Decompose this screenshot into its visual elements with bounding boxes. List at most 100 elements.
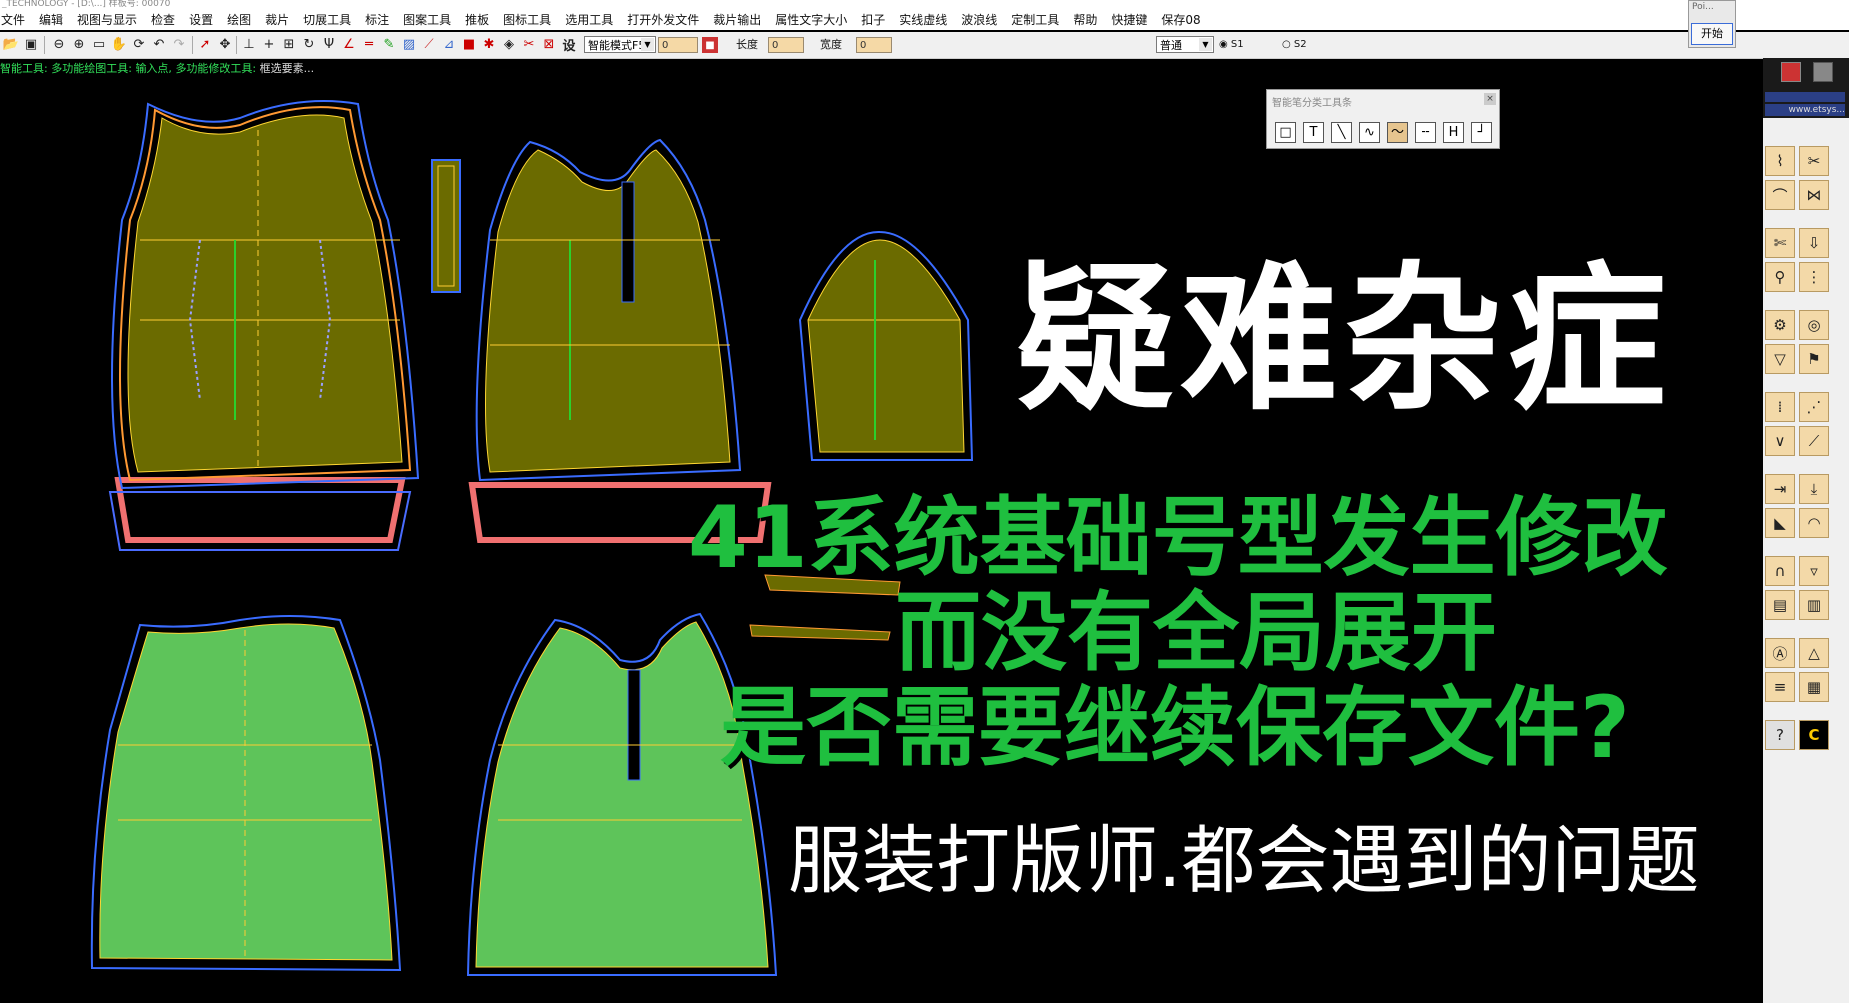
grid-icon[interactable]: ⊞ xyxy=(280,35,298,53)
download-icon[interactable]: ⤓ xyxy=(1799,474,1829,504)
ruler-icon[interactable]: ⊿ xyxy=(440,35,458,53)
menu-item[interactable]: 保存08 xyxy=(1161,11,1200,28)
corner-tool-icon[interactable]: ┘ xyxy=(1471,122,1492,143)
rectangle-tool-icon[interactable]: □ xyxy=(1275,122,1296,143)
menu-item[interactable]: 定制工具 xyxy=(1011,11,1059,28)
dash-line-icon[interactable]: ╌ xyxy=(1415,122,1436,143)
open-file-icon[interactable]: 📂 xyxy=(2,35,20,53)
menu-item[interactable]: 选用工具 xyxy=(565,11,613,28)
pattern-piece-front-top[interactable] xyxy=(468,138,772,543)
text-tool-icon[interactable]: T xyxy=(1303,122,1324,143)
knife-icon[interactable]: ⟋ xyxy=(1799,426,1829,456)
fork-icon[interactable]: Ψ xyxy=(320,35,338,53)
pattern-piece-sleeve[interactable] xyxy=(798,230,974,461)
menu-item[interactable]: 快捷键 xyxy=(1111,11,1147,28)
zoom-in-icon[interactable]: ⊕ xyxy=(70,35,88,53)
grading-icon[interactable]: ⋰ xyxy=(1799,392,1829,422)
menu-item[interactable]: 视图与显示 xyxy=(77,11,137,28)
split-icon[interactable]: ✱ xyxy=(480,35,498,53)
settings-icon[interactable]: 设 xyxy=(560,35,578,54)
magnet-icon[interactable]: ∩ xyxy=(1765,556,1795,586)
line-tool-icon[interactable]: ╲ xyxy=(1331,122,1352,143)
menu-item[interactable]: 文件 xyxy=(1,11,25,28)
cross-icon[interactable]: + xyxy=(260,35,278,53)
pen-icon[interactable]: ✎ xyxy=(380,35,398,53)
wave-tool-icon[interactable]: ∿ xyxy=(1359,122,1380,143)
line-weight-icon[interactable]: ≡ xyxy=(1765,672,1795,702)
menu-item[interactable]: 裁片输出 xyxy=(713,11,761,28)
parallel-icon[interactable]: ═ xyxy=(360,35,378,53)
close-icon[interactable]: × xyxy=(1484,93,1496,105)
corner-shape-icon[interactable]: ◣ xyxy=(1765,508,1795,538)
radio-s2[interactable]: ○ S2 xyxy=(1282,37,1307,53)
value-field-1[interactable]: 0 xyxy=(658,37,698,53)
menu-item[interactable]: 帮助 xyxy=(1073,11,1097,28)
menu-item[interactable]: 图标工具 xyxy=(503,11,551,28)
pleat-icon[interactable]: ⋮ xyxy=(1799,262,1829,292)
save-icon[interactable]: ▣ xyxy=(22,35,40,53)
curve-tool-icon[interactable]: 〜 xyxy=(1387,122,1408,143)
notch-icon[interactable]: ✂ xyxy=(520,35,538,53)
pan-hand-icon[interactable]: ✋ xyxy=(110,35,128,53)
menu-item[interactable]: 编辑 xyxy=(39,11,63,28)
pattern-piece-back-bottom[interactable] xyxy=(90,615,402,972)
pattern-piece-placket[interactable] xyxy=(431,159,461,293)
export-icon[interactable]: ⇥ xyxy=(1765,474,1795,504)
menu-item[interactable]: 设置 xyxy=(189,11,213,28)
menu-item[interactable]: 扣子 xyxy=(861,11,885,28)
notch-marks-icon[interactable]: ⁞ xyxy=(1765,392,1795,422)
measure-tape-icon[interactable]: ⌇ xyxy=(1765,146,1795,176)
menu-item[interactable]: 实线虚线 xyxy=(899,11,947,28)
width-field[interactable]: 0 xyxy=(856,37,892,53)
pattern-piece-back-top[interactable] xyxy=(108,100,420,551)
cup-icon[interactable]: ▿ xyxy=(1799,556,1829,586)
menu-item[interactable]: 打开外发文件 xyxy=(627,11,699,28)
triangle-icon[interactable]: △ xyxy=(1799,638,1829,668)
button-icon[interactable]: ◎ xyxy=(1799,310,1829,340)
node-icon[interactable]: ◈ xyxy=(500,35,518,53)
menu-item[interactable]: 裁片 xyxy=(265,11,289,28)
gray-tool-icon[interactable] xyxy=(1813,62,1833,82)
undo-icon[interactable]: ↶ xyxy=(150,35,168,53)
rotate-icon[interactable]: ↻ xyxy=(300,35,318,53)
measure-icon[interactable]: ⟋ xyxy=(420,35,438,53)
pattern-piece-front-bottom[interactable] xyxy=(466,612,778,976)
help-icon[interactable]: ? xyxy=(1765,720,1795,750)
label-icon[interactable]: Ⓐ xyxy=(1765,638,1795,668)
red-tool-icon[interactable] xyxy=(1781,62,1801,82)
arrow-down-icon[interactable]: ⇩ xyxy=(1799,228,1829,258)
h-tool-icon[interactable]: H xyxy=(1443,122,1464,143)
menu-item[interactable]: 图案工具 xyxy=(403,11,451,28)
length-field[interactable]: 0 xyxy=(768,37,804,53)
redo-icon[interactable]: ↷ xyxy=(170,35,188,53)
curve-ruler-icon[interactable]: ⌒ xyxy=(1765,180,1795,210)
radio-s1[interactable]: ◉ S1 xyxy=(1219,37,1244,53)
menu-item[interactable]: 推板 xyxy=(465,11,489,28)
start-button[interactable]: 开始 xyxy=(1691,23,1733,45)
sewing-machine-icon[interactable]: ⚙ xyxy=(1765,310,1795,340)
menu-item[interactable]: 标注 xyxy=(365,11,389,28)
pocket-icon[interactable]: ▽ xyxy=(1765,344,1795,374)
apply-icon[interactable]: ■ xyxy=(702,37,718,53)
menu-item[interactable]: 属性文字大小 xyxy=(775,11,847,28)
menu-item[interactable]: 检查 xyxy=(151,11,175,28)
hatch-icon[interactable]: ▨ xyxy=(400,35,418,53)
scissors-icon[interactable]: ✂ xyxy=(1799,146,1829,176)
mode-select[interactable]: 智能模式F5 ▼ xyxy=(584,36,656,53)
menu-item[interactable]: 切展工具 xyxy=(303,11,351,28)
fit-screen-icon[interactable]: ▭ xyxy=(90,35,108,53)
cut-line-icon[interactable]: ✄ xyxy=(1765,228,1795,258)
angle-icon[interactable]: ∠ xyxy=(340,35,358,53)
lock-icon[interactable]: ⊠ xyxy=(540,35,558,53)
curve-shape-icon[interactable]: ◠ xyxy=(1799,508,1829,538)
v-notch-icon[interactable]: ∨ xyxy=(1765,426,1795,456)
preset-select[interactable]: 普通 ▼ xyxy=(1156,36,1214,53)
color-palette-icon[interactable]: ■ xyxy=(460,35,478,53)
garment-icon[interactable]: ⚑ xyxy=(1799,344,1829,374)
dart-icon[interactable]: ⋈ xyxy=(1799,180,1829,210)
pin-icon[interactable]: ⚲ xyxy=(1765,262,1795,292)
zoom-out-icon[interactable]: ⊖ xyxy=(50,35,68,53)
menu-item[interactable]: 波浪线 xyxy=(961,11,997,28)
column-icon[interactable]: ▥ xyxy=(1799,590,1829,620)
refresh-icon[interactable]: ⟳ xyxy=(130,35,148,53)
